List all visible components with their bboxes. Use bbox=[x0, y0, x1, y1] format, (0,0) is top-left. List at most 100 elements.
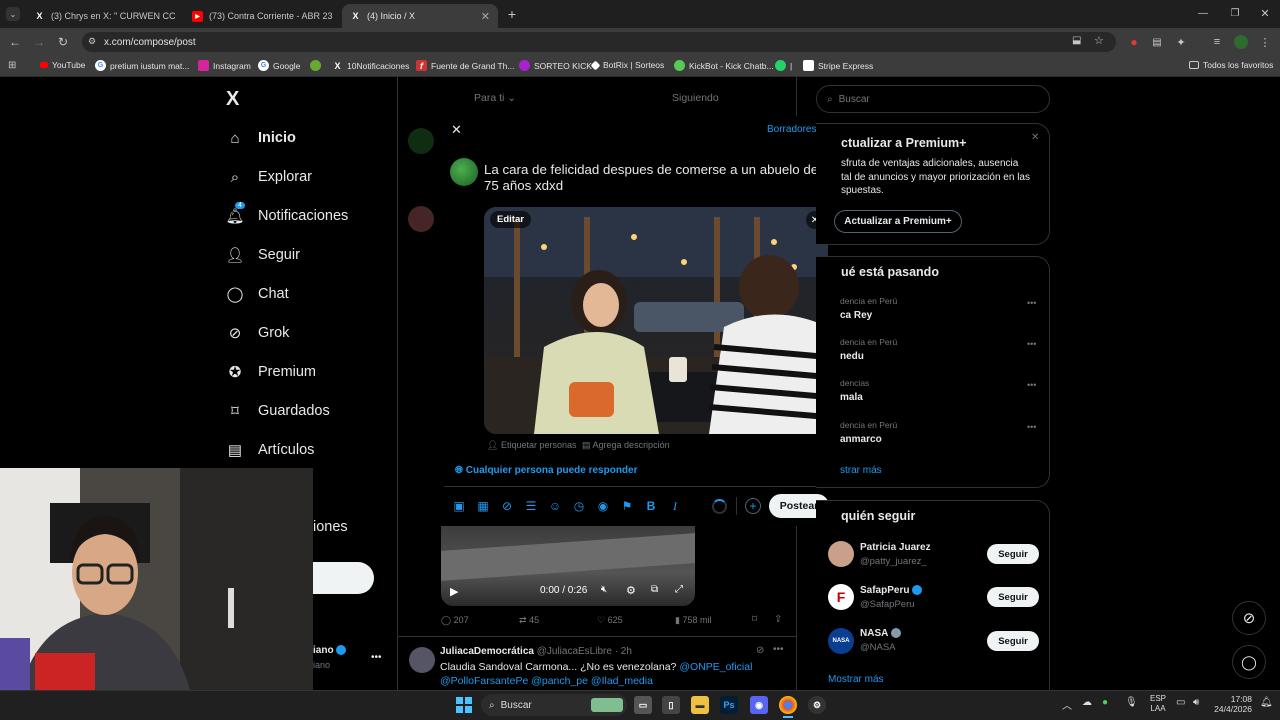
nav-bookmarks[interactable]: ⌑ Guardados bbox=[226, 402, 330, 420]
trend-more-icon[interactable]: ••• bbox=[1027, 380, 1036, 390]
extension-icon[interactable]: ● bbox=[1128, 35, 1140, 49]
grok-icon[interactable]: ⊘ bbox=[500, 499, 514, 513]
extension-icon[interactable]: ▤ bbox=[1150, 35, 1164, 49]
restore-icon[interactable]: ❐ bbox=[1228, 6, 1242, 20]
bookmark-youtube[interactable]: YouTube bbox=[40, 60, 85, 70]
suggestion-name[interactable]: NASA bbox=[860, 628, 901, 639]
account-name-partial[interactable]: iano bbox=[313, 645, 347, 656]
menu-icon[interactable]: ⋮ bbox=[1258, 35, 1272, 49]
settings-icon[interactable]: ⚙ bbox=[626, 584, 636, 597]
chrome-icon[interactable] bbox=[779, 696, 797, 714]
drafts-link[interactable]: Borradores bbox=[767, 124, 816, 135]
bookmark-icon[interactable]: ⌑ bbox=[752, 614, 757, 625]
start-icon[interactable] bbox=[455, 696, 473, 714]
browser-tab-active[interactable]: X (4) Inicio / X ✕ bbox=[342, 4, 498, 28]
add-description-link[interactable]: ▤ Agrega descripción bbox=[582, 440, 670, 451]
trend-item[interactable]: dencia en Perú anmarco bbox=[840, 420, 897, 445]
search-box[interactable]: ⌕ Buscar bbox=[816, 85, 1050, 113]
nav-notifications[interactable]: 🔔︎ 4 Notificaciones bbox=[225, 202, 348, 225]
notification-bell-icon[interactable]: 🔔︎ bbox=[1260, 697, 1273, 708]
bookmark-botrix[interactable]: BotRix | Sorteos bbox=[590, 60, 664, 70]
reply-setting[interactable]: 🌐︎ Cualquier persona puede responder bbox=[455, 465, 638, 476]
nav-premium[interactable]: ✪ Premium bbox=[226, 363, 316, 381]
show-more-trends[interactable]: strar más bbox=[840, 465, 882, 476]
suggestion-name[interactable]: Patricia Juarez bbox=[860, 542, 931, 553]
trend-item[interactable]: dencia en Perú ca Rey bbox=[840, 296, 897, 321]
trend-more-icon[interactable]: ••• bbox=[1027, 298, 1036, 308]
reload-icon[interactable]: ↻ bbox=[56, 35, 70, 49]
nav-home[interactable]: ⌂ Inicio bbox=[226, 129, 295, 147]
tweet-avatar[interactable] bbox=[409, 647, 435, 673]
premium-close-icon[interactable]: ✕ bbox=[1031, 132, 1039, 143]
apps-grid-icon[interactable]: ⊞ bbox=[8, 60, 16, 71]
trend-item[interactable]: dencia en Perú nedu bbox=[840, 337, 897, 362]
trend-more-icon[interactable]: ••• bbox=[1027, 422, 1036, 432]
volume-icon[interactable]: 🔇︎ bbox=[601, 584, 607, 595]
address-bar[interactable]: ⚙ x.com/compose/post ⬓ ☆ bbox=[82, 32, 1116, 52]
browser-tab[interactable]: ▶ (73) Contra Corriente - ABR 23 ✕ bbox=[184, 4, 340, 28]
all-bookmarks[interactable]: Todos los favoritos bbox=[1189, 60, 1273, 70]
feed-avatar[interactable] bbox=[408, 206, 434, 232]
discord-icon[interactable]: ◉ bbox=[750, 696, 768, 714]
composer-avatar[interactable] bbox=[450, 158, 478, 186]
close-tab-icon[interactable]: ✕ bbox=[481, 10, 490, 23]
bookmark-10notificaciones[interactable]: X 10Notificaciones bbox=[332, 60, 409, 71]
poll-icon[interactable]: ☰ bbox=[524, 499, 538, 513]
suggestion-avatar[interactable]: NASA bbox=[828, 628, 854, 654]
trend-more-icon[interactable]: ••• bbox=[1027, 339, 1036, 349]
bookmark-kickbot[interactable]: KickBot - Kick Chatb... bbox=[674, 60, 774, 71]
task-view-icon[interactable]: ▭ bbox=[634, 696, 652, 714]
bookmark-instagram[interactable]: Instagram bbox=[198, 60, 251, 71]
follow-button[interactable]: Seguir bbox=[987, 587, 1039, 607]
tray-chevron-icon[interactable]: ︿ bbox=[1062, 697, 1072, 712]
repost-count[interactable]: ⇄ 45 bbox=[519, 615, 539, 626]
tab-for-you[interactable]: Para ti ⌄ bbox=[474, 92, 516, 104]
close-tab-icon[interactable]: ✕ bbox=[339, 10, 340, 23]
x-logo[interactable]: X bbox=[226, 88, 239, 111]
location-icon[interactable]: ◉ bbox=[596, 499, 610, 513]
bookmark-star-icon[interactable]: ☆ bbox=[1094, 34, 1104, 47]
photoshop-icon[interactable]: Ps bbox=[720, 696, 738, 714]
emoji-icon[interactable]: ☺ bbox=[548, 499, 562, 513]
close-icon[interactable]: ✕ bbox=[451, 122, 462, 138]
account-more-icon[interactable]: ••• bbox=[371, 652, 382, 663]
forward-icon[interactable]: → bbox=[32, 35, 46, 49]
app-icon[interactable]: ⚙ bbox=[808, 696, 826, 714]
like-count[interactable]: ♡ 625 bbox=[597, 615, 623, 626]
taskbar-search[interactable]: ⌕ Buscar bbox=[481, 694, 627, 716]
nav-chat[interactable]: ◯ Chat bbox=[226, 285, 289, 303]
install-app-icon[interactable]: ⬓ bbox=[1072, 35, 1081, 46]
trend-item[interactable]: dencias mala bbox=[840, 378, 869, 403]
tag-people-link[interactable]: 👤︎ Etiquetar personas bbox=[487, 440, 577, 451]
pip-icon[interactable]: ⧉ bbox=[651, 584, 658, 595]
add-post-icon[interactable]: + bbox=[745, 498, 761, 514]
volume-icon[interactable]: 🔊︎ bbox=[1193, 697, 1199, 708]
tweet-mentions[interactable]: @PolloFarsantePe @panch_pe @Ilad_media bbox=[440, 675, 653, 687]
premium-upgrade-button[interactable]: Actualizar a Premium+ bbox=[834, 210, 962, 233]
close-window-icon[interactable]: ✕ bbox=[1258, 6, 1272, 20]
bookmark-sorteo-kick[interactable]: SORTEO KICK bbox=[519, 60, 592, 71]
follow-button[interactable]: Seguir bbox=[987, 544, 1039, 564]
file-explorer-icon[interactable]: ▬ bbox=[691, 696, 709, 714]
view-count[interactable]: ▮ 758 mil bbox=[675, 615, 711, 626]
nav-articles[interactable]: ▤ Artículos bbox=[226, 441, 315, 459]
image-icon[interactable]: ▣ bbox=[452, 499, 466, 513]
tray-icon[interactable]: ● bbox=[1102, 697, 1108, 708]
mention-link[interactable]: @ONPE_oficial bbox=[679, 661, 752, 673]
grok-float-icon[interactable]: ⊘ bbox=[1232, 601, 1266, 635]
clock[interactable]: 17:08 24/4/2026 bbox=[1212, 694, 1252, 714]
bookmark-pretium[interactable]: Gpretium iustum mat... bbox=[95, 60, 189, 71]
gif-icon[interactable]: ▦ bbox=[476, 499, 490, 513]
messages-float-icon[interactable]: ◯ bbox=[1232, 645, 1266, 679]
compose-textarea[interactable]: La cara de felicidad despues de comerse … bbox=[484, 162, 829, 194]
follow-button[interactable]: Seguir bbox=[987, 631, 1039, 651]
mic-icon[interactable]: 🎙︎ bbox=[1125, 697, 1138, 708]
tab-following[interactable]: Siguiendo bbox=[672, 92, 719, 104]
bold-icon[interactable]: B bbox=[644, 499, 658, 513]
site-info-icon[interactable]: ⚙ bbox=[88, 36, 96, 47]
new-tab-icon[interactable]: + bbox=[504, 6, 520, 22]
play-icon[interactable]: ▶ bbox=[450, 585, 458, 598]
show-more-follow[interactable]: Mostrar más bbox=[828, 674, 884, 685]
profile-avatar[interactable] bbox=[1234, 35, 1248, 49]
more-icon[interactable]: ••• bbox=[773, 644, 784, 655]
